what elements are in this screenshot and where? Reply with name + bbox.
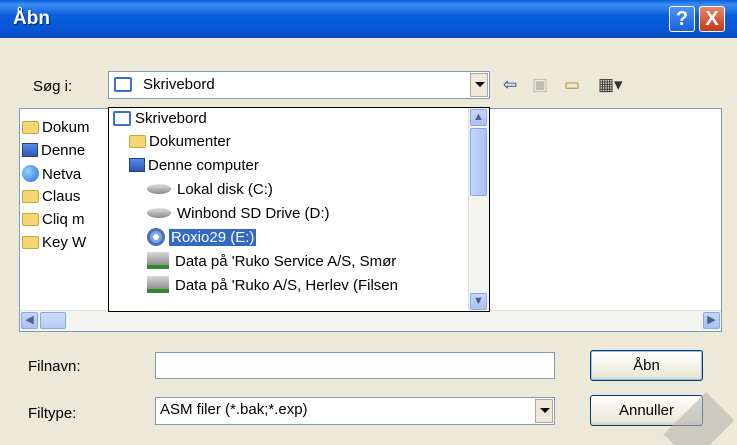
dropdown-item-documents[interactable]: Dokumenter [129,132,231,154]
back-arrow-icon[interactable]: ⇦ [503,75,517,95]
lookin-label: Søg i: [33,78,73,95]
up-folder-icon: ▣ [532,75,549,94]
dialog-title: Åbn [13,8,50,29]
open-dialog: Åbn ? X Søg i: Skrivebord ⇦ ▣ ▭ ▦▾ Dokum… [0,0,737,445]
lookin-dropdown-list[interactable]: Skrivebord Dokumenter Denne computer Lok… [108,107,490,312]
filetype-label: Filtype: [28,405,77,422]
list-item[interactable]: Netva [22,165,81,187]
scroll-right-icon[interactable]: ▶ [703,312,720,329]
cd-drive-icon [147,228,165,246]
hard-disk-icon [147,184,171,194]
filename-label: Filnavn: [28,358,81,375]
network-drive-icon [147,252,169,269]
list-item[interactable]: Claus [22,188,80,210]
computer-icon [129,158,145,172]
lookin-combobox[interactable]: Skrivebord [108,71,490,99]
scroll-left-icon[interactable]: ◀ [21,312,38,329]
help-button[interactable]: ? [669,6,695,32]
scroll-up-icon[interactable]: ▲ [470,109,487,126]
dropdown-item-sd-drive[interactable]: Winbond SD Drive (D:) [147,204,330,226]
open-button[interactable]: Åbn [590,350,703,381]
dropdown-item-desktop[interactable]: Skrivebord [113,109,207,131]
network-drive-icon [147,276,169,293]
folder-icon [22,190,39,203]
desktop-icon [114,77,132,92]
dropdown-item-cd-drive[interactable]: Roxio29 (E:) [147,228,257,250]
close-button[interactable]: X [699,6,725,32]
selected-label: Roxio29 (E:) [169,229,257,246]
folder-icon [22,236,39,249]
list-item[interactable]: Key W [22,234,86,256]
chevron-down-icon[interactable] [535,399,553,423]
lookin-value: Skrivebord [143,76,215,93]
filetype-combobox[interactable]: ASM filer (*.bak;*.exp) [155,397,555,425]
folder-icon [22,121,39,134]
folder-icon [22,213,39,226]
network-icon [22,165,39,182]
vertical-scrollbar[interactable]: ▲ ▼ [468,108,489,311]
folder-icon [129,135,146,148]
computer-icon [22,143,38,157]
dropdown-item-network-drive[interactable]: Data på 'Ruko Service A/S, Smør [147,252,396,274]
scrollbar-thumb[interactable] [470,128,487,196]
views-menu-icon[interactable]: ▦▾ [598,75,623,95]
filetype-value: ASM filer (*.bak;*.exp) [160,401,308,418]
dropdown-item-network-drive[interactable]: Data på 'Ruko A/S, Herlev (Filsen [147,276,398,298]
list-item[interactable]: Cliq m [22,211,85,233]
list-item[interactable]: Denne [22,142,85,164]
scrollbar-thumb[interactable] [40,312,66,329]
new-folder-icon[interactable]: ▭ [564,75,580,95]
list-item[interactable]: Dokum [22,119,90,141]
title-bar[interactable]: Åbn ? X [0,0,737,38]
chevron-down-icon[interactable] [470,73,488,97]
dropdown-item-local-disk[interactable]: Lokal disk (C:) [147,180,273,202]
desktop-icon [113,111,131,126]
hard-disk-icon [147,208,171,218]
horizontal-scrollbar[interactable]: ◀ ▶ [20,310,721,331]
dropdown-item-computer[interactable]: Denne computer [129,156,259,178]
filename-input[interactable] [155,352,555,379]
scroll-down-icon[interactable]: ▼ [470,293,487,310]
